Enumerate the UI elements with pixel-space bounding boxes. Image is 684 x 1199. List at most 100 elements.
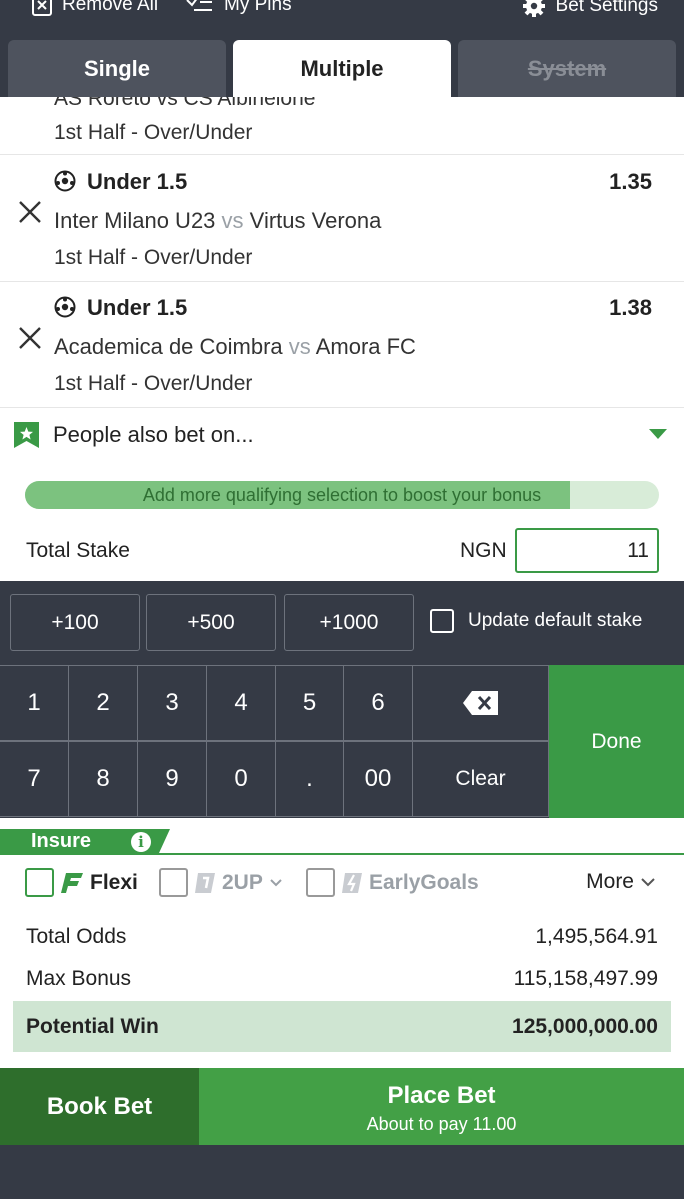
football-icon <box>54 296 76 318</box>
backspace-key[interactable] <box>413 665 549 741</box>
pins-icon <box>186 0 212 11</box>
top-bar: Remove All My Pins Bet Settings <box>0 0 684 40</box>
total-stake-row: Total Stake NGN 11 <box>0 527 684 577</box>
home-team: Academica de Coimbra <box>54 334 283 359</box>
key-8[interactable]: 8 <box>69 741 138 817</box>
place-bet-label: Place Bet <box>387 1082 496 1109</box>
close-icon[interactable] <box>16 324 44 352</box>
more-label: More <box>586 870 634 893</box>
bet-odds: 1.38 <box>609 295 652 320</box>
key-double-zero[interactable]: 00 <box>344 741 413 817</box>
book-bet-button[interactable]: Book Bet <box>0 1068 199 1145</box>
key-7[interactable]: 7 <box>0 741 69 817</box>
key-1[interactable]: 1 <box>0 665 69 741</box>
tab-single[interactable]: Single <box>8 40 226 97</box>
bet-pick: Under 1.5 <box>87 169 188 194</box>
stake-input[interactable]: 11 <box>515 528 659 573</box>
max-bonus-label: Max Bonus <box>26 967 132 990</box>
chevron-down-icon[interactable] <box>649 429 667 439</box>
flexi-label: Flexi <box>90 870 138 894</box>
quick-stake-row: +100 +500 +1000 Update default stake <box>0 581 684 665</box>
insure-label: Insure <box>31 830 92 852</box>
update-default-stake-checkbox[interactable] <box>430 609 454 633</box>
people-also-bet-label: People also bet on... <box>53 422 254 447</box>
tab-system: System <box>458 40 676 97</box>
early-goals-option[interactable]: EarlyGoals <box>306 868 479 897</box>
more-options-button[interactable]: More <box>586 870 656 894</box>
early-goals-label: EarlyGoals <box>369 870 479 894</box>
bet-summary: Insure i Flexi 2UP EarlyGoals More Total… <box>0 818 684 1068</box>
betslip-list[interactable]: AS Roreto vs CS Albineione 1st Half - Ov… <box>0 97 684 581</box>
tab-multiple[interactable]: Multiple <box>233 40 451 97</box>
update-default-stake-label: Update default stake <box>468 610 643 631</box>
quick-stake-500-button[interactable]: +500 <box>146 594 276 651</box>
remove-all-button[interactable]: Remove All <box>32 0 158 16</box>
two-up-checkbox[interactable] <box>159 868 188 897</box>
bonus-progress-text: Add more qualifying selection to boost y… <box>142 485 542 505</box>
max-bonus-value: 115,158,497.99 <box>513 967 658 990</box>
total-odds-row: Total Odds 1,495,564.91 <box>26 925 658 949</box>
done-button[interactable]: Done <box>549 665 684 818</box>
away-team: Amora FC <box>315 334 416 359</box>
bet-type-tabs: Single Multiple System <box>0 40 684 97</box>
bet-item: Under 1.5 1.35 Inter Milano U23 vs Virtu… <box>0 156 684 282</box>
people-also-bet-row[interactable]: People also bet on... <box>0 407 684 463</box>
two-up-option[interactable]: 2UP <box>159 868 283 897</box>
numeric-keypad: 1 2 3 4 5 6 7 8 9 0 . 00 Clear Done <box>0 665 684 818</box>
potential-win-label: Potential Win <box>26 1015 159 1038</box>
close-icon[interactable] <box>16 198 44 226</box>
key-6[interactable]: 6 <box>344 665 413 741</box>
chevron-down-icon <box>270 878 282 886</box>
key-4[interactable]: 4 <box>207 665 276 741</box>
two-up-logo-icon <box>195 872 215 893</box>
bet-market: 1st Half - Over/Under <box>54 121 253 144</box>
bet-match: AS Roreto vs CS Albineione <box>54 97 316 110</box>
potential-win-value: 125,000,000.00 <box>512 1015 658 1038</box>
remove-all-icon <box>32 0 52 16</box>
my-pins-button[interactable]: My Pins <box>186 0 292 16</box>
total-odds-value: 1,495,564.91 <box>535 925 658 948</box>
bookmark-star-icon <box>14 422 39 448</box>
key-5[interactable]: 5 <box>276 665 344 741</box>
bet-market: 1st Half - Over/Under <box>54 246 253 269</box>
bet-market: 1st Half - Over/Under <box>54 372 253 395</box>
bet-odds: 1.35 <box>609 169 652 194</box>
key-3[interactable]: 3 <box>138 665 207 741</box>
vs-label: vs <box>288 334 311 359</box>
bet-item-partial: AS Roreto vs CS Albineione 1st Half - Ov… <box>0 97 684 155</box>
place-bet-button[interactable]: Place Bet About to pay 11.00 <box>199 1068 684 1145</box>
home-team: Inter Milano U23 <box>54 208 216 233</box>
total-stake-label: Total Stake <box>26 539 130 562</box>
clear-key[interactable]: Clear <box>413 741 549 817</box>
early-goals-checkbox[interactable] <box>306 868 335 897</box>
bet-pick: Under 1.5 <box>87 295 188 320</box>
flexi-option[interactable]: Flexi <box>25 868 138 897</box>
bottom-bar <box>0 1145 684 1199</box>
update-default-stake-toggle[interactable]: Update default stake <box>430 609 642 633</box>
vs-label: vs <box>221 208 244 233</box>
football-icon <box>54 170 76 192</box>
bet-settings-label: Bet Settings <box>555 0 658 16</box>
quick-stake-100-button[interactable]: +100 <box>10 594 140 651</box>
flexi-logo-icon <box>61 872 83 893</box>
max-bonus-row: Max Bonus 115,158,497.99 <box>26 967 658 991</box>
my-pins-label: My Pins <box>224 0 292 15</box>
quick-stake-1000-button[interactable]: +1000 <box>284 594 414 651</box>
key-decimal[interactable]: . <box>276 741 344 817</box>
currency-label: NGN <box>460 539 507 562</box>
key-0[interactable]: 0 <box>207 741 276 817</box>
bet-match: Inter Milano U23 vs Virtus Verona <box>54 208 381 234</box>
two-up-label: 2UP <box>222 870 263 894</box>
key-2[interactable]: 2 <box>69 665 138 741</box>
key-9[interactable]: 9 <box>138 741 207 817</box>
potential-win-row: Potential Win 125,000,000.00 <box>13 1001 671 1052</box>
bonus-progress-bar: Add more qualifying selection to boost y… <box>25 481 659 509</box>
total-odds-label: Total Odds <box>26 925 127 948</box>
bet-settings-button[interactable]: Bet Settings <box>522 0 658 18</box>
bet-match: Academica de Coimbra vs Amora FC <box>54 334 416 360</box>
flexi-checkbox[interactable] <box>25 868 54 897</box>
early-goals-logo-icon <box>342 872 362 893</box>
bet-item: Under 1.5 1.38 Academica de Coimbra vs A… <box>0 282 684 408</box>
insure-tag: Insure i <box>0 829 170 855</box>
info-icon[interactable]: i <box>131 832 151 852</box>
